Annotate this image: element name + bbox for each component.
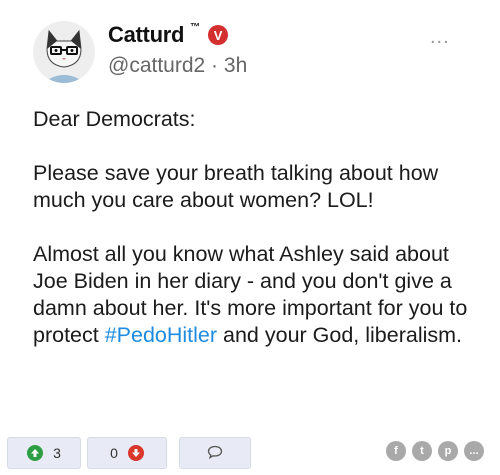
arrow-down-icon [127,445,144,461]
downvote-button[interactable]: 0 [87,437,167,469]
share-actions: f t p ... [386,441,484,461]
upvote-button[interactable]: 3 [7,437,81,469]
upvote-count: 3 [53,445,61,461]
post-paragraph: Almost all you know what Ashley said abo… [33,241,473,349]
twitter-share-icon[interactable]: t [412,441,432,461]
more-options-icon[interactable]: ... [430,26,450,49]
more-share-icon[interactable]: ... [464,441,484,461]
verified-badge-icon: V [208,25,229,45]
post-paragraph: Please save your breath talking about ho… [33,161,439,212]
comment-icon [207,445,223,462]
handle-separator: · [211,54,219,77]
arrow-up-icon [27,445,44,461]
post-timestamp[interactable]: 3h [224,54,247,77]
author-handle[interactable]: @catturd2 [108,54,205,77]
author-avatar[interactable] [33,21,95,83]
post-text: and your God, liberalism. [217,323,463,347]
pinterest-share-icon[interactable]: p [438,441,458,461]
hashtag-link[interactable]: #PedoHitler [105,323,217,347]
facebook-share-icon[interactable]: f [386,441,406,461]
author-name[interactable]: Catturd [108,22,184,48]
comment-button[interactable] [179,437,251,469]
post-card: Catturd ™ V @catturd2 · 3h ... Dear Demo… [0,0,500,475]
trademark-mark: ™ [190,21,201,33]
author-handle-line: @catturd2 · 3h [108,54,247,78]
vote-actions: 3 0 [7,437,251,469]
downvote-count: 0 [110,445,118,461]
post-paragraph: Dear Democrats: [33,107,196,131]
author-name-row: Catturd ™ V [108,21,229,48]
post-body: Dear Democrats: Please save your breath … [33,106,473,376]
